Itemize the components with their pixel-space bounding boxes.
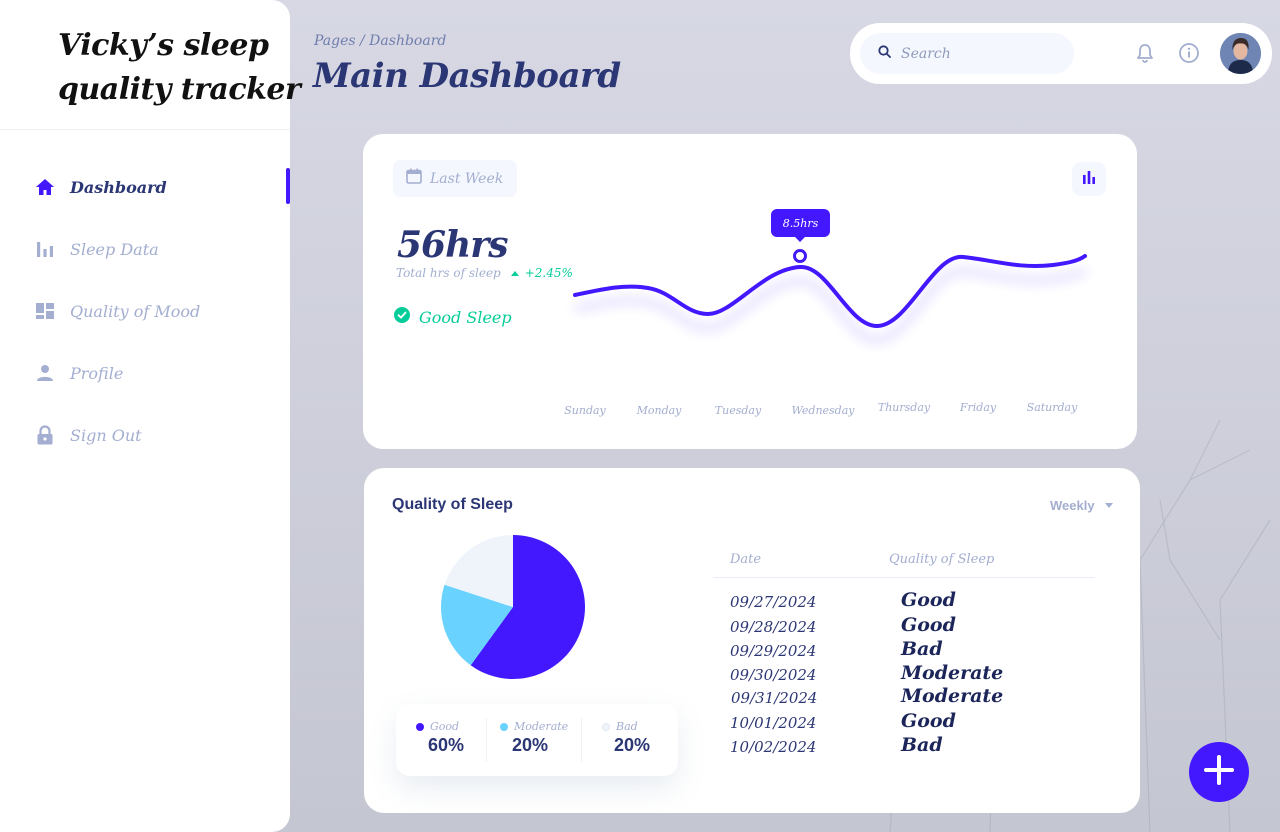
- table-cell-quality: Moderate: [901, 685, 1004, 707]
- search-input[interactable]: [901, 45, 1061, 62]
- sidebar: Vicky’s sleep quality tracker Dashboard …: [0, 0, 301, 832]
- highlight-point[interactable]: [793, 249, 807, 263]
- app-brand: Vicky’s sleep quality tracker: [58, 24, 301, 112]
- table-cell-date: 10/01/2024: [730, 714, 817, 732]
- table-cell-date: 09/31/2024: [731, 689, 818, 707]
- table-row: 09/31/2024 Moderate: [364, 685, 1140, 713]
- table-cell-quality: Good: [901, 589, 956, 611]
- lock-icon: [34, 424, 56, 446]
- info-icon[interactable]: [1178, 42, 1200, 69]
- sidebar-item-quality-of-mood[interactable]: Quality of Mood: [0, 280, 290, 342]
- search-box: [860, 33, 1074, 74]
- table-cell-date: 09/30/2024: [730, 666, 817, 684]
- table-cell-quality: Bad: [901, 638, 943, 660]
- table-cell-quality: Good: [901, 614, 956, 636]
- card-title: Quality of Sleep: [392, 496, 513, 513]
- line-series: [573, 254, 1087, 329]
- bell-icon[interactable]: [1136, 43, 1154, 68]
- table-cell-quality: Good: [901, 710, 956, 732]
- sidebar-item-label: Quality of Mood: [70, 301, 201, 321]
- sleep-line-chart: 8.5hrs Sunday Monday Tuesday Wednesday Thurs…: [564, 209, 1087, 417]
- x-axis-labels: Sunday Monday Tuesday Wednesday Thursday Frid…: [564, 401, 1078, 417]
- table-row: 09/28/2024 Good: [364, 614, 1140, 642]
- sleep-summary-card: Last Week 56hrs Total hrs of sleep +2.45…: [363, 134, 1137, 449]
- sidebar-item-profile[interactable]: Profile: [0, 342, 290, 404]
- table-cell-quality: Moderate: [901, 662, 1004, 684]
- range-label: Weekly: [1050, 498, 1095, 513]
- sidebar-item-sign-out[interactable]: Sign Out: [0, 404, 290, 466]
- sidebar-item-label: Sleep Data: [70, 239, 159, 259]
- plus-icon: [1203, 754, 1235, 791]
- table-header-divider: [713, 577, 1095, 578]
- range-dropdown[interactable]: Weekly: [1050, 498, 1113, 513]
- breadcrumb: Pages / Dashboard: [314, 33, 447, 49]
- table-cell-date: 09/28/2024: [730, 618, 817, 636]
- x-axis-label-thursday: Thursday: [878, 401, 931, 414]
- sidebar-item-sleep-data[interactable]: Sleep Data: [0, 218, 290, 280]
- x-axis-label-monday: Monday: [636, 404, 683, 417]
- table-row: 09/29/2024 Bad: [364, 638, 1140, 666]
- table-header-date: Date: [730, 552, 762, 567]
- table-row: 10/02/2024 Bad: [364, 734, 1140, 762]
- person-icon: [34, 362, 56, 384]
- home-icon: [34, 176, 56, 198]
- top-bar: [850, 23, 1272, 84]
- highlight-tooltip: 8.5hrs: [771, 209, 830, 242]
- x-axis-label-friday: Friday: [959, 401, 997, 414]
- table-cell-date: 09/29/2024: [730, 642, 817, 660]
- bar-chart-icon: [34, 238, 56, 260]
- x-axis-label-saturday: Saturday: [1027, 401, 1078, 414]
- x-axis-label-tuesday: Tuesday: [715, 404, 762, 417]
- add-entry-button[interactable]: [1189, 742, 1249, 802]
- sidebar-item-label: Profile: [70, 363, 124, 383]
- brand-line-2: quality tracker: [58, 72, 301, 107]
- line-series-shadow: [574, 267, 1087, 344]
- table-row: 09/30/2024 Moderate: [364, 662, 1140, 690]
- highlight-tooltip-label: 8.5hrs: [783, 217, 819, 230]
- table-row: 09/27/2024 Good: [364, 589, 1140, 617]
- x-axis-label-wednesday: Wednesday: [791, 404, 855, 417]
- table-row: 10/01/2024 Good: [364, 710, 1140, 738]
- sidebar-divider: [0, 129, 290, 130]
- sidebar-item-label: Sign Out: [70, 425, 142, 445]
- table-header-quality: Quality of Sleep: [889, 552, 995, 567]
- page-title: Main Dashboard: [313, 56, 621, 96]
- sidebar-nav: Dashboard Sleep Data Quality of Mood Pro…: [0, 156, 290, 466]
- active-indicator: [286, 168, 290, 204]
- table-cell-date: 10/02/2024: [730, 738, 817, 756]
- chevron-down-icon: [1104, 503, 1113, 508]
- sidebar-item-dashboard[interactable]: Dashboard: [0, 156, 290, 218]
- table-cell-date: 09/27/2024: [730, 593, 817, 611]
- search-icon: [878, 44, 891, 63]
- table-cell-quality: Bad: [901, 734, 943, 756]
- dashboard-grid-icon: [34, 300, 56, 322]
- sleep-quality-card: Quality of Sleep Weekly Good 60% Moderat…: [364, 468, 1140, 813]
- x-axis-label-sunday: Sunday: [564, 404, 606, 417]
- sidebar-item-label: Dashboard: [70, 177, 167, 197]
- avatar[interactable]: [1220, 33, 1261, 74]
- brand-line-1: Vicky’s sleep: [58, 28, 269, 63]
